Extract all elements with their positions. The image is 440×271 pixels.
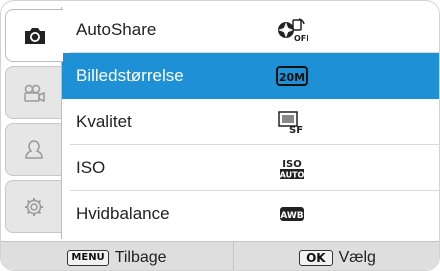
menu-item-photo-size[interactable]: Billedstørrelse 20M — [62, 53, 439, 99]
gear-icon — [23, 196, 45, 218]
quality-text: SF — [289, 125, 303, 134]
photo-size-20m-icon: 20M — [272, 53, 312, 99]
menu-item-autoshare[interactable]: AutoShare OFF — [62, 7, 439, 53]
tab-photo[interactable] — [5, 9, 63, 62]
menu-frame: AutoShare OFF Billedstørrelse — [0, 0, 440, 271]
back-label: Tilbage — [114, 248, 167, 266]
tab-user[interactable] — [5, 123, 61, 176]
tab-settings[interactable] — [5, 180, 61, 233]
camera-icon — [23, 26, 47, 46]
video-camera-icon — [22, 83, 46, 103]
menu-item-white-balance[interactable]: Hvidbalance AWB — [62, 191, 439, 237]
svg-text:AUTO: AUTO — [280, 171, 305, 180]
back-button[interactable]: MENU Tilbage — [1, 242, 233, 270]
sidebar-tabs — [1, 7, 63, 239]
menu-item-label: Hvidbalance — [76, 204, 170, 223]
camera-menu-screen: AutoShare OFF Billedstørrelse — [0, 0, 440, 271]
menu-item-label: AutoShare — [76, 20, 157, 39]
tab-video[interactable] — [5, 66, 61, 119]
menu-item-label: ISO — [76, 158, 106, 177]
photo-size-text: 20M — [279, 71, 305, 84]
white-balance-auto-icon: AWB — [272, 191, 312, 237]
iso-auto-icon: ISO AUTO — [272, 145, 312, 191]
menu-list: AutoShare OFF Billedstørrelse — [61, 7, 439, 239]
menu-item-iso[interactable]: ISO ISO AUTO — [62, 145, 439, 191]
select-button[interactable]: OK Vælg — [233, 242, 439, 270]
bottom-bar: MENU Tilbage OK Vælg — [1, 241, 439, 270]
menu-item-quality[interactable]: Kvalitet SF — [62, 99, 439, 145]
menu-item-label: Kvalitet — [76, 112, 132, 131]
menu-item-label: Billedstørrelse — [76, 66, 184, 85]
autoshare-off-icon: OFF — [272, 7, 312, 53]
menu-key-badge: MENU — [67, 249, 109, 266]
ok-key-badge: OK — [299, 249, 333, 266]
select-label: Vælg — [338, 248, 376, 266]
person-icon — [23, 139, 45, 161]
quality-superfine-icon: SF — [272, 99, 312, 145]
autoshare-off-text: OFF — [294, 34, 308, 43]
svg-text:ISO: ISO — [282, 159, 301, 170]
white-balance-text: AWB — [280, 211, 303, 221]
